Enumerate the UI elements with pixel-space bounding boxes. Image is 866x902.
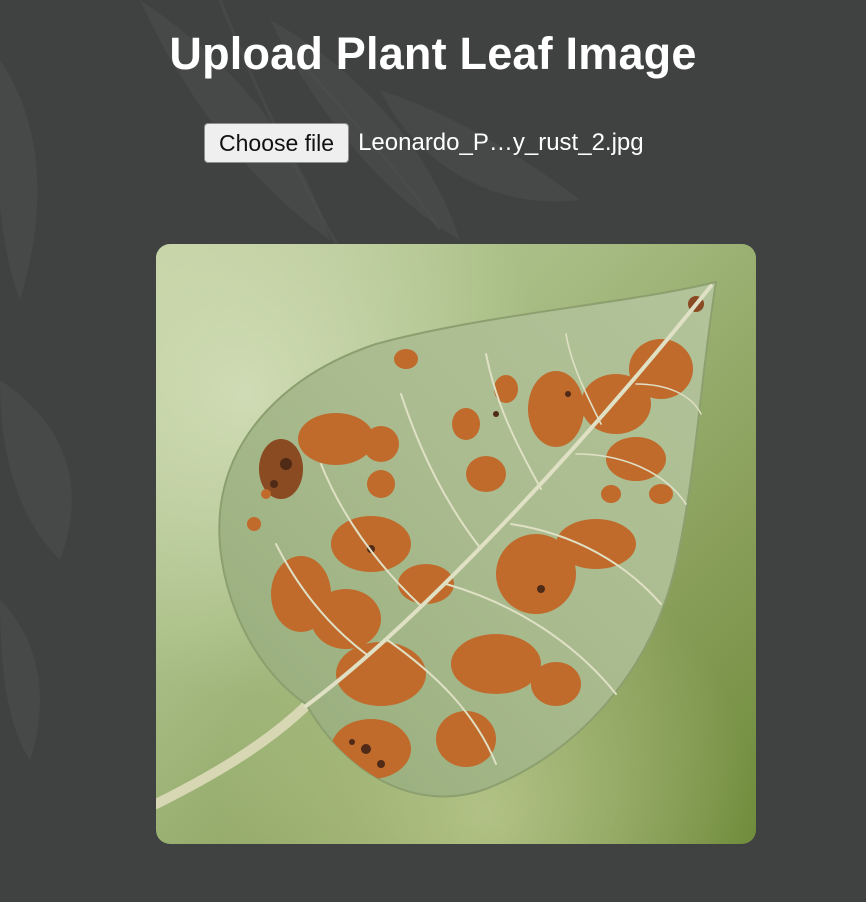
page-title: Upload Plant Leaf Image [169, 28, 697, 79]
file-input: Choose file Leonardo_P…y_rust_2.jpg [204, 122, 644, 164]
upload-page: Upload Plant Leaf Image Choose file Leon… [0, 0, 866, 902]
leaf-image-preview [156, 244, 756, 844]
choose-file-button[interactable]: Choose file [204, 123, 350, 163]
leaf-with-rust-spots-image [156, 244, 756, 844]
selected-file-name: Leonardo_P…y_rust_2.jpg [358, 129, 644, 156]
